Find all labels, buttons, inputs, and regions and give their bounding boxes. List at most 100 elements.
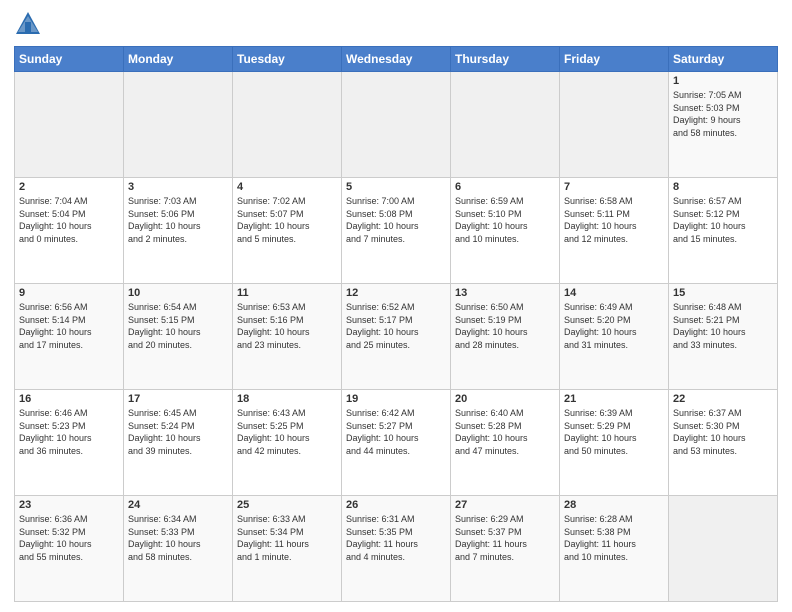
day-number: 28 (564, 499, 664, 511)
calendar-day-17: 17 Sunrise: 6:45 AM Sunset: 5:24 PM Dayli… (124, 390, 233, 496)
calendar-day-28: 28 Sunrise: 6:28 AM Sunset: 5:38 PM Dayli… (560, 496, 669, 602)
calendar-day-9: 9 Sunrise: 6:56 AM Sunset: 5:14 PM Daylig… (15, 284, 124, 390)
calendar-day-27: 27 Sunrise: 6:29 AM Sunset: 5:37 PM Dayli… (451, 496, 560, 602)
day-info: Sunrise: 6:39 AM Sunset: 5:29 PM Dayligh… (564, 407, 664, 457)
calendar-day-23: 23 Sunrise: 6:36 AM Sunset: 5:32 PM Dayli… (15, 496, 124, 602)
day-info: Sunrise: 7:02 AM Sunset: 5:07 PM Dayligh… (237, 195, 337, 245)
day-info: Sunrise: 6:36 AM Sunset: 5:32 PM Dayligh… (19, 513, 119, 563)
day-number: 10 (128, 287, 228, 299)
calendar-week-row: 9 Sunrise: 6:56 AM Sunset: 5:14 PM Daylig… (15, 284, 778, 390)
day-info: Sunrise: 6:58 AM Sunset: 5:11 PM Dayligh… (564, 195, 664, 245)
calendar-day-6: 6 Sunrise: 6:59 AM Sunset: 5:10 PM Daylig… (451, 178, 560, 284)
weekday-header-sunday: Sunday (15, 47, 124, 72)
calendar-day-8: 8Sunrise: 6:57 AM Sunset: 5:12 PM Daylig… (669, 178, 778, 284)
day-number: 19 (346, 393, 446, 405)
day-info: Sunrise: 6:56 AM Sunset: 5:14 PM Dayligh… (19, 301, 119, 351)
day-number: 25 (237, 499, 337, 511)
day-info: Sunrise: 6:33 AM Sunset: 5:34 PM Dayligh… (237, 513, 337, 563)
page: SundayMondayTuesdayWednesdayThursdayFrid… (0, 0, 792, 612)
day-info: Sunrise: 7:03 AM Sunset: 5:06 PM Dayligh… (128, 195, 228, 245)
day-info: Sunrise: 6:52 AM Sunset: 5:17 PM Dayligh… (346, 301, 446, 351)
calendar-day-12: 12 Sunrise: 6:52 AM Sunset: 5:17 PM Dayli… (342, 284, 451, 390)
calendar-day-2: 2 Sunrise: 7:04 AM Sunset: 5:04 PM Daylig… (15, 178, 124, 284)
calendar-day-21: 21 Sunrise: 6:39 AM Sunset: 5:29 PM Dayli… (560, 390, 669, 496)
weekday-header-row: SundayMondayTuesdayWednesdayThursdayFrid… (15, 47, 778, 72)
day-number: 2 (19, 181, 119, 193)
weekday-header-saturday: Saturday (669, 47, 778, 72)
day-info: Sunrise: 6:29 AM Sunset: 5:37 PM Dayligh… (455, 513, 555, 563)
weekday-header-friday: Friday (560, 47, 669, 72)
day-number: 14 (564, 287, 664, 299)
day-number: 23 (19, 499, 119, 511)
calendar-day-15: 15 Sunrise: 6:48 AM Sunset: 5:21 PM Dayli… (669, 284, 778, 390)
header (14, 10, 778, 38)
weekday-header-monday: Monday (124, 47, 233, 72)
weekday-header-thursday: Thursday (451, 47, 560, 72)
day-number: 27 (455, 499, 555, 511)
day-number: 24 (128, 499, 228, 511)
calendar-day-14: 14Sunrise: 6:49 AM Sunset: 5:20 PM Dayli… (560, 284, 669, 390)
calendar-day-20: 20 Sunrise: 6:40 AM Sunset: 5:28 PM Dayli… (451, 390, 560, 496)
calendar-week-row: 2 Sunrise: 7:04 AM Sunset: 5:04 PM Daylig… (15, 178, 778, 284)
calendar-day-18: 18 Sunrise: 6:43 AM Sunset: 5:25 PM Dayli… (233, 390, 342, 496)
day-number: 21 (564, 393, 664, 405)
day-info: Sunrise: 6:37 AM Sunset: 5:30 PM Dayligh… (673, 407, 773, 457)
day-number: 20 (455, 393, 555, 405)
day-number: 13 (455, 287, 555, 299)
weekday-header-tuesday: Tuesday (233, 47, 342, 72)
calendar-day-25: 25 Sunrise: 6:33 AM Sunset: 5:34 PM Dayli… (233, 496, 342, 602)
day-number: 18 (237, 393, 337, 405)
day-number: 17 (128, 393, 228, 405)
calendar-day-13: 13Sunrise: 6:50 AM Sunset: 5:19 PM Dayli… (451, 284, 560, 390)
day-number: 22 (673, 393, 773, 405)
day-number: 26 (346, 499, 446, 511)
day-number: 1 (673, 75, 773, 87)
calendar-week-row: 23 Sunrise: 6:36 AM Sunset: 5:32 PM Dayli… (15, 496, 778, 602)
calendar-empty-cell (451, 72, 560, 178)
day-number: 3 (128, 181, 228, 193)
calendar-day-7: 7 Sunrise: 6:58 AM Sunset: 5:11 PM Daylig… (560, 178, 669, 284)
calendar-week-row: 1 Sunrise: 7:05 AM Sunset: 5:03 PM Daylig… (15, 72, 778, 178)
day-info: Sunrise: 6:40 AM Sunset: 5:28 PM Dayligh… (455, 407, 555, 457)
calendar-day-1: 1 Sunrise: 7:05 AM Sunset: 5:03 PM Daylig… (669, 72, 778, 178)
calendar-empty-cell (124, 72, 233, 178)
calendar-day-5: 5Sunrise: 7:00 AM Sunset: 5:08 PM Daylig… (342, 178, 451, 284)
calendar-day-19: 19 Sunrise: 6:42 AM Sunset: 5:27 PM Dayli… (342, 390, 451, 496)
logo-icon (14, 10, 42, 38)
day-info: Sunrise: 6:31 AM Sunset: 5:35 PM Dayligh… (346, 513, 446, 563)
day-number: 16 (19, 393, 119, 405)
day-info: Sunrise: 6:42 AM Sunset: 5:27 PM Dayligh… (346, 407, 446, 457)
calendar-day-4: 4 Sunrise: 7:02 AM Sunset: 5:07 PM Daylig… (233, 178, 342, 284)
day-info: Sunrise: 7:04 AM Sunset: 5:04 PM Dayligh… (19, 195, 119, 245)
day-number: 7 (564, 181, 664, 193)
day-number: 11 (237, 287, 337, 299)
day-number: 9 (19, 287, 119, 299)
calendar-empty-cell (342, 72, 451, 178)
weekday-header-wednesday: Wednesday (342, 47, 451, 72)
day-number: 4 (237, 181, 337, 193)
day-info: Sunrise: 6:57 AM Sunset: 5:12 PM Dayligh… (673, 195, 773, 245)
calendar-empty-cell (669, 496, 778, 602)
day-info: Sunrise: 6:53 AM Sunset: 5:16 PM Dayligh… (237, 301, 337, 351)
day-info: Sunrise: 6:59 AM Sunset: 5:10 PM Dayligh… (455, 195, 555, 245)
day-info: Sunrise: 7:05 AM Sunset: 5:03 PM Dayligh… (673, 89, 773, 139)
calendar-table: SundayMondayTuesdayWednesdayThursdayFrid… (14, 46, 778, 602)
day-info: Sunrise: 6:28 AM Sunset: 5:38 PM Dayligh… (564, 513, 664, 563)
day-number: 12 (346, 287, 446, 299)
day-info: Sunrise: 6:45 AM Sunset: 5:24 PM Dayligh… (128, 407, 228, 457)
calendar-day-22: 22 Sunrise: 6:37 AM Sunset: 5:30 PM Dayli… (669, 390, 778, 496)
calendar-week-row: 16 Sunrise: 6:46 AM Sunset: 5:23 PM Dayli… (15, 390, 778, 496)
day-info: Sunrise: 6:48 AM Sunset: 5:21 PM Dayligh… (673, 301, 773, 351)
day-info: Sunrise: 6:34 AM Sunset: 5:33 PM Dayligh… (128, 513, 228, 563)
day-number: 5 (346, 181, 446, 193)
calendar-empty-cell (560, 72, 669, 178)
logo (14, 10, 46, 38)
calendar-day-26: 26 Sunrise: 6:31 AM Sunset: 5:35 PM Dayli… (342, 496, 451, 602)
calendar-day-24: 24 Sunrise: 6:34 AM Sunset: 5:33 PM Dayli… (124, 496, 233, 602)
calendar-day-10: 10 Sunrise: 6:54 AM Sunset: 5:15 PM Dayli… (124, 284, 233, 390)
day-number: 6 (455, 181, 555, 193)
day-info: Sunrise: 6:46 AM Sunset: 5:23 PM Dayligh… (19, 407, 119, 457)
day-info: Sunrise: 6:54 AM Sunset: 5:15 PM Dayligh… (128, 301, 228, 351)
day-info: Sunrise: 6:43 AM Sunset: 5:25 PM Dayligh… (237, 407, 337, 457)
day-number: 15 (673, 287, 773, 299)
